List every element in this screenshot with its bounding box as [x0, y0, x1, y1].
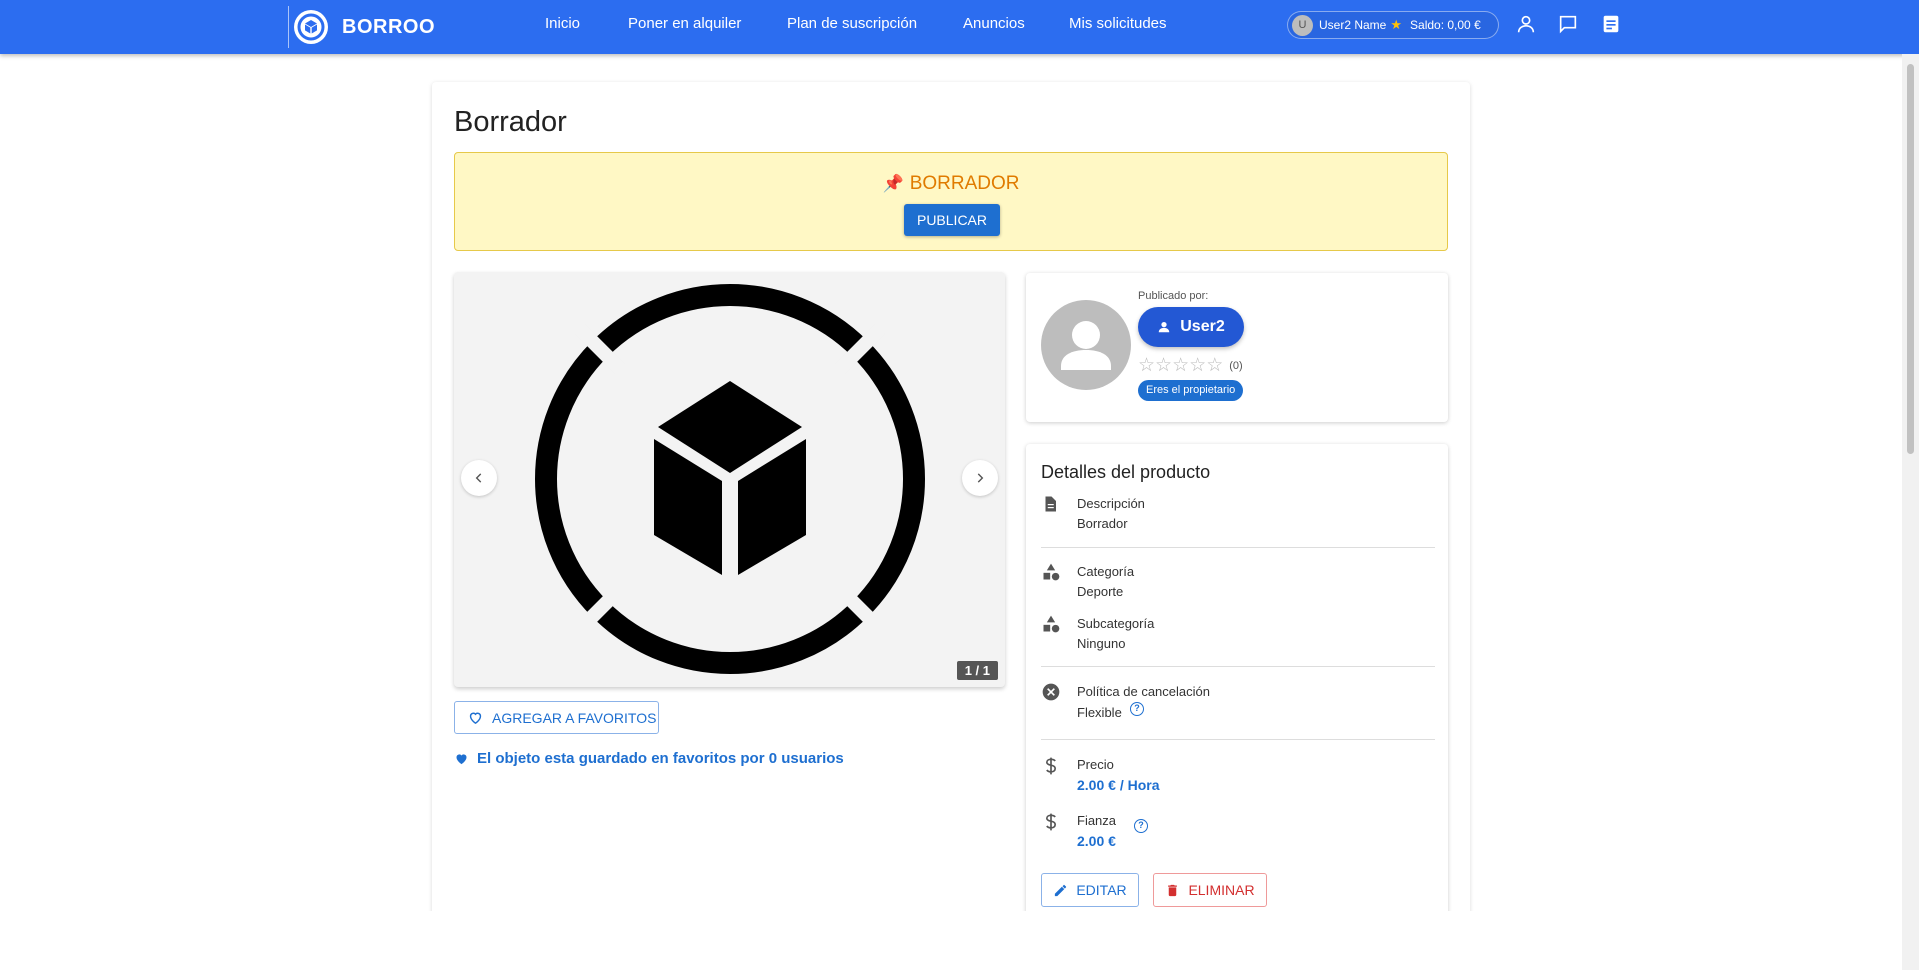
owner-rating: ☆ ☆ ☆ ☆ ☆ (0) — [1138, 354, 1243, 377]
person-icon — [1159, 322, 1170, 333]
owner-profile-button[interactable]: User2 — [1138, 307, 1244, 347]
help-icon[interactable]: ? — [1130, 702, 1144, 716]
star-outline-icon: ☆ — [1189, 355, 1207, 376]
product-image — [535, 284, 925, 674]
favorites-info-text: El objeto esta guardado en favoritos por… — [477, 750, 844, 767]
nav-plan-suscripcion[interactable]: Plan de suscripción — [787, 0, 917, 48]
published-by-label: Publicado por: — [1138, 290, 1209, 302]
trash-icon — [1168, 884, 1178, 896]
divider — [1041, 739, 1435, 740]
document-icon — [1041, 494, 1063, 516]
deposit-label: Fianza — [1077, 813, 1117, 828]
viewport-bottom — [0, 911, 1902, 970]
person-placeholder-icon — [1061, 321, 1111, 370]
delete-button[interactable]: ELIMINAR — [1153, 873, 1267, 907]
cancellation-value: Flexible — [1077, 705, 1122, 720]
details-title: Detalles del producto — [1041, 462, 1211, 482]
rating-count: (0) — [1229, 359, 1243, 372]
cancel-circle-icon — [1041, 682, 1063, 704]
star-outline-icon: ☆ — [1206, 355, 1224, 376]
heart-outline-icon — [469, 712, 482, 725]
draft-status: 📌 BORRADOR — [455, 173, 1447, 195]
publish-button[interactable]: PUBLICAR — [904, 204, 1000, 236]
image-carousel: 1 / 1 — [454, 272, 1005, 687]
subcategory-label: Subcategoría — [1077, 616, 1155, 631]
product-details-card: Detalles del producto Descripción Borrad… — [1026, 444, 1448, 970]
draft-label: BORRADOR — [909, 173, 1020, 194]
notes-icon[interactable] — [1600, 13, 1622, 35]
chat-icon[interactable] — [1557, 13, 1579, 35]
star-outline-icon: ☆ — [1172, 355, 1190, 376]
description-value: Borrador — [1077, 516, 1128, 531]
brand[interactable]: BORROO — [288, 6, 435, 48]
delete-label: ELIMINAR — [1188, 882, 1255, 898]
balance: Saldo: 0,00 € — [1410, 18, 1481, 32]
brand-logo-icon — [294, 10, 328, 44]
avatar: U — [1292, 14, 1313, 36]
carousel-counter: 1 / 1 — [956, 661, 998, 680]
owner-avatar — [1041, 300, 1131, 390]
chevron-right-icon — [977, 473, 984, 483]
divider — [1041, 547, 1435, 548]
page-title: Borrador — [454, 106, 567, 138]
price-value: 2.00 € / Hora — [1077, 777, 1160, 793]
nav-anuncios[interactable]: Anuncios — [963, 0, 1025, 48]
divider — [1041, 666, 1435, 667]
subcategory-value: Ninguno — [1077, 636, 1126, 651]
nav-mis-solicitudes[interactable]: Mis solicitudes — [1069, 0, 1167, 48]
carousel-prev-button[interactable] — [461, 460, 497, 496]
dollar-icon — [1041, 755, 1063, 777]
brand-name: BORROO — [342, 15, 435, 38]
subcategory-icon — [1041, 614, 1063, 636]
carousel-next-button[interactable] — [962, 460, 998, 496]
user-name: User2 Name — [1319, 18, 1387, 32]
heart-icon — [456, 754, 467, 765]
chevron-left-icon — [475, 473, 482, 483]
category-value: Deporte — [1077, 584, 1124, 599]
edit-label: EDITAR — [1076, 882, 1127, 898]
star-outline-icon: ☆ — [1138, 355, 1156, 376]
star-icon: ★ — [1390, 17, 1403, 32]
owner-username: User2 — [1180, 318, 1225, 335]
user-balance-chip[interactable]: U User2 Name ★ Saldo: 0,00 € — [1287, 11, 1499, 39]
price-label: Precio — [1077, 757, 1114, 772]
top-navbar: BORROO Inicio Poner en alquiler Plan de … — [0, 0, 1919, 54]
description-label: Descripción — [1077, 496, 1145, 511]
category-label: Categoría — [1077, 564, 1135, 579]
scrollbar[interactable] — [1902, 54, 1919, 970]
favorites-info: El objeto esta guardado en favoritos por… — [454, 750, 844, 767]
draft-banner: 📌 BORRADOR PUBLICAR — [454, 152, 1448, 251]
cancellation-label: Política de cancelación — [1077, 684, 1210, 699]
pin-icon: 📌 — [882, 174, 904, 193]
owner-badge: Eres el propietario — [1138, 380, 1244, 401]
nav-inicio[interactable]: Inicio — [545, 0, 580, 48]
owner-card: Publicado por: User2 ☆ ☆ ☆ ☆ ☆ (0) Eres … — [1026, 273, 1448, 422]
scrollbar-thumb[interactable] — [1907, 64, 1914, 454]
edit-button[interactable]: EDITAR — [1041, 873, 1139, 907]
pencil-icon — [1055, 884, 1067, 896]
add-to-favorites-button[interactable]: AGREGAR A FAVORITOS — [454, 701, 659, 734]
dollar-icon — [1041, 811, 1063, 833]
nav-poner-en-alquiler[interactable]: Poner en alquiler — [628, 0, 741, 48]
category-icon — [1041, 562, 1063, 584]
person-icon[interactable] — [1515, 13, 1537, 35]
deposit-value: 2.00 € — [1077, 833, 1116, 849]
add-to-favorites-label: AGREGAR A FAVORITOS — [492, 709, 657, 726]
help-icon[interactable]: ? — [1134, 819, 1148, 833]
star-outline-icon: ☆ — [1155, 355, 1173, 376]
